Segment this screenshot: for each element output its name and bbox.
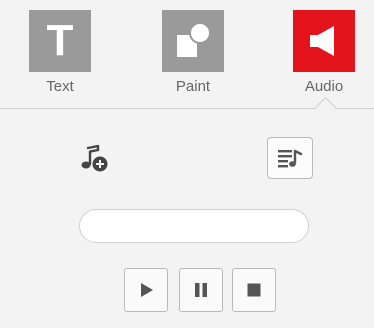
paint-tile (162, 10, 224, 72)
add-music-button[interactable] (78, 142, 112, 176)
text-icon: T (46, 16, 74, 65)
play-icon (141, 283, 153, 297)
tab-text[interactable]: T Text (20, 10, 100, 95)
text-tile: T (29, 10, 91, 72)
play-button[interactable] (124, 268, 168, 312)
music-add-icon (81, 144, 108, 172)
pause-icon (195, 283, 207, 297)
pause-button[interactable] (179, 268, 223, 312)
audio-tile (293, 10, 355, 72)
playlist-music-icon (278, 149, 303, 168)
tab-audio[interactable]: Audio (284, 10, 364, 95)
tab-audio-label: Audio (304, 78, 344, 95)
active-tab-pointer (314, 96, 337, 119)
stop-button[interactable] (232, 268, 276, 312)
tab-paint[interactable]: Paint (153, 10, 233, 95)
shapes-icon (177, 22, 211, 57)
audio-toolbar-panel: T Text Paint Audio (0, 0, 374, 328)
speaker-icon (310, 26, 334, 56)
tab-paint-label: Paint (175, 78, 211, 95)
stop-icon (247, 283, 261, 297)
playlist-button[interactable] (267, 137, 313, 179)
track-name-field[interactable] (79, 209, 309, 243)
tab-text-label: Text (46, 78, 74, 95)
